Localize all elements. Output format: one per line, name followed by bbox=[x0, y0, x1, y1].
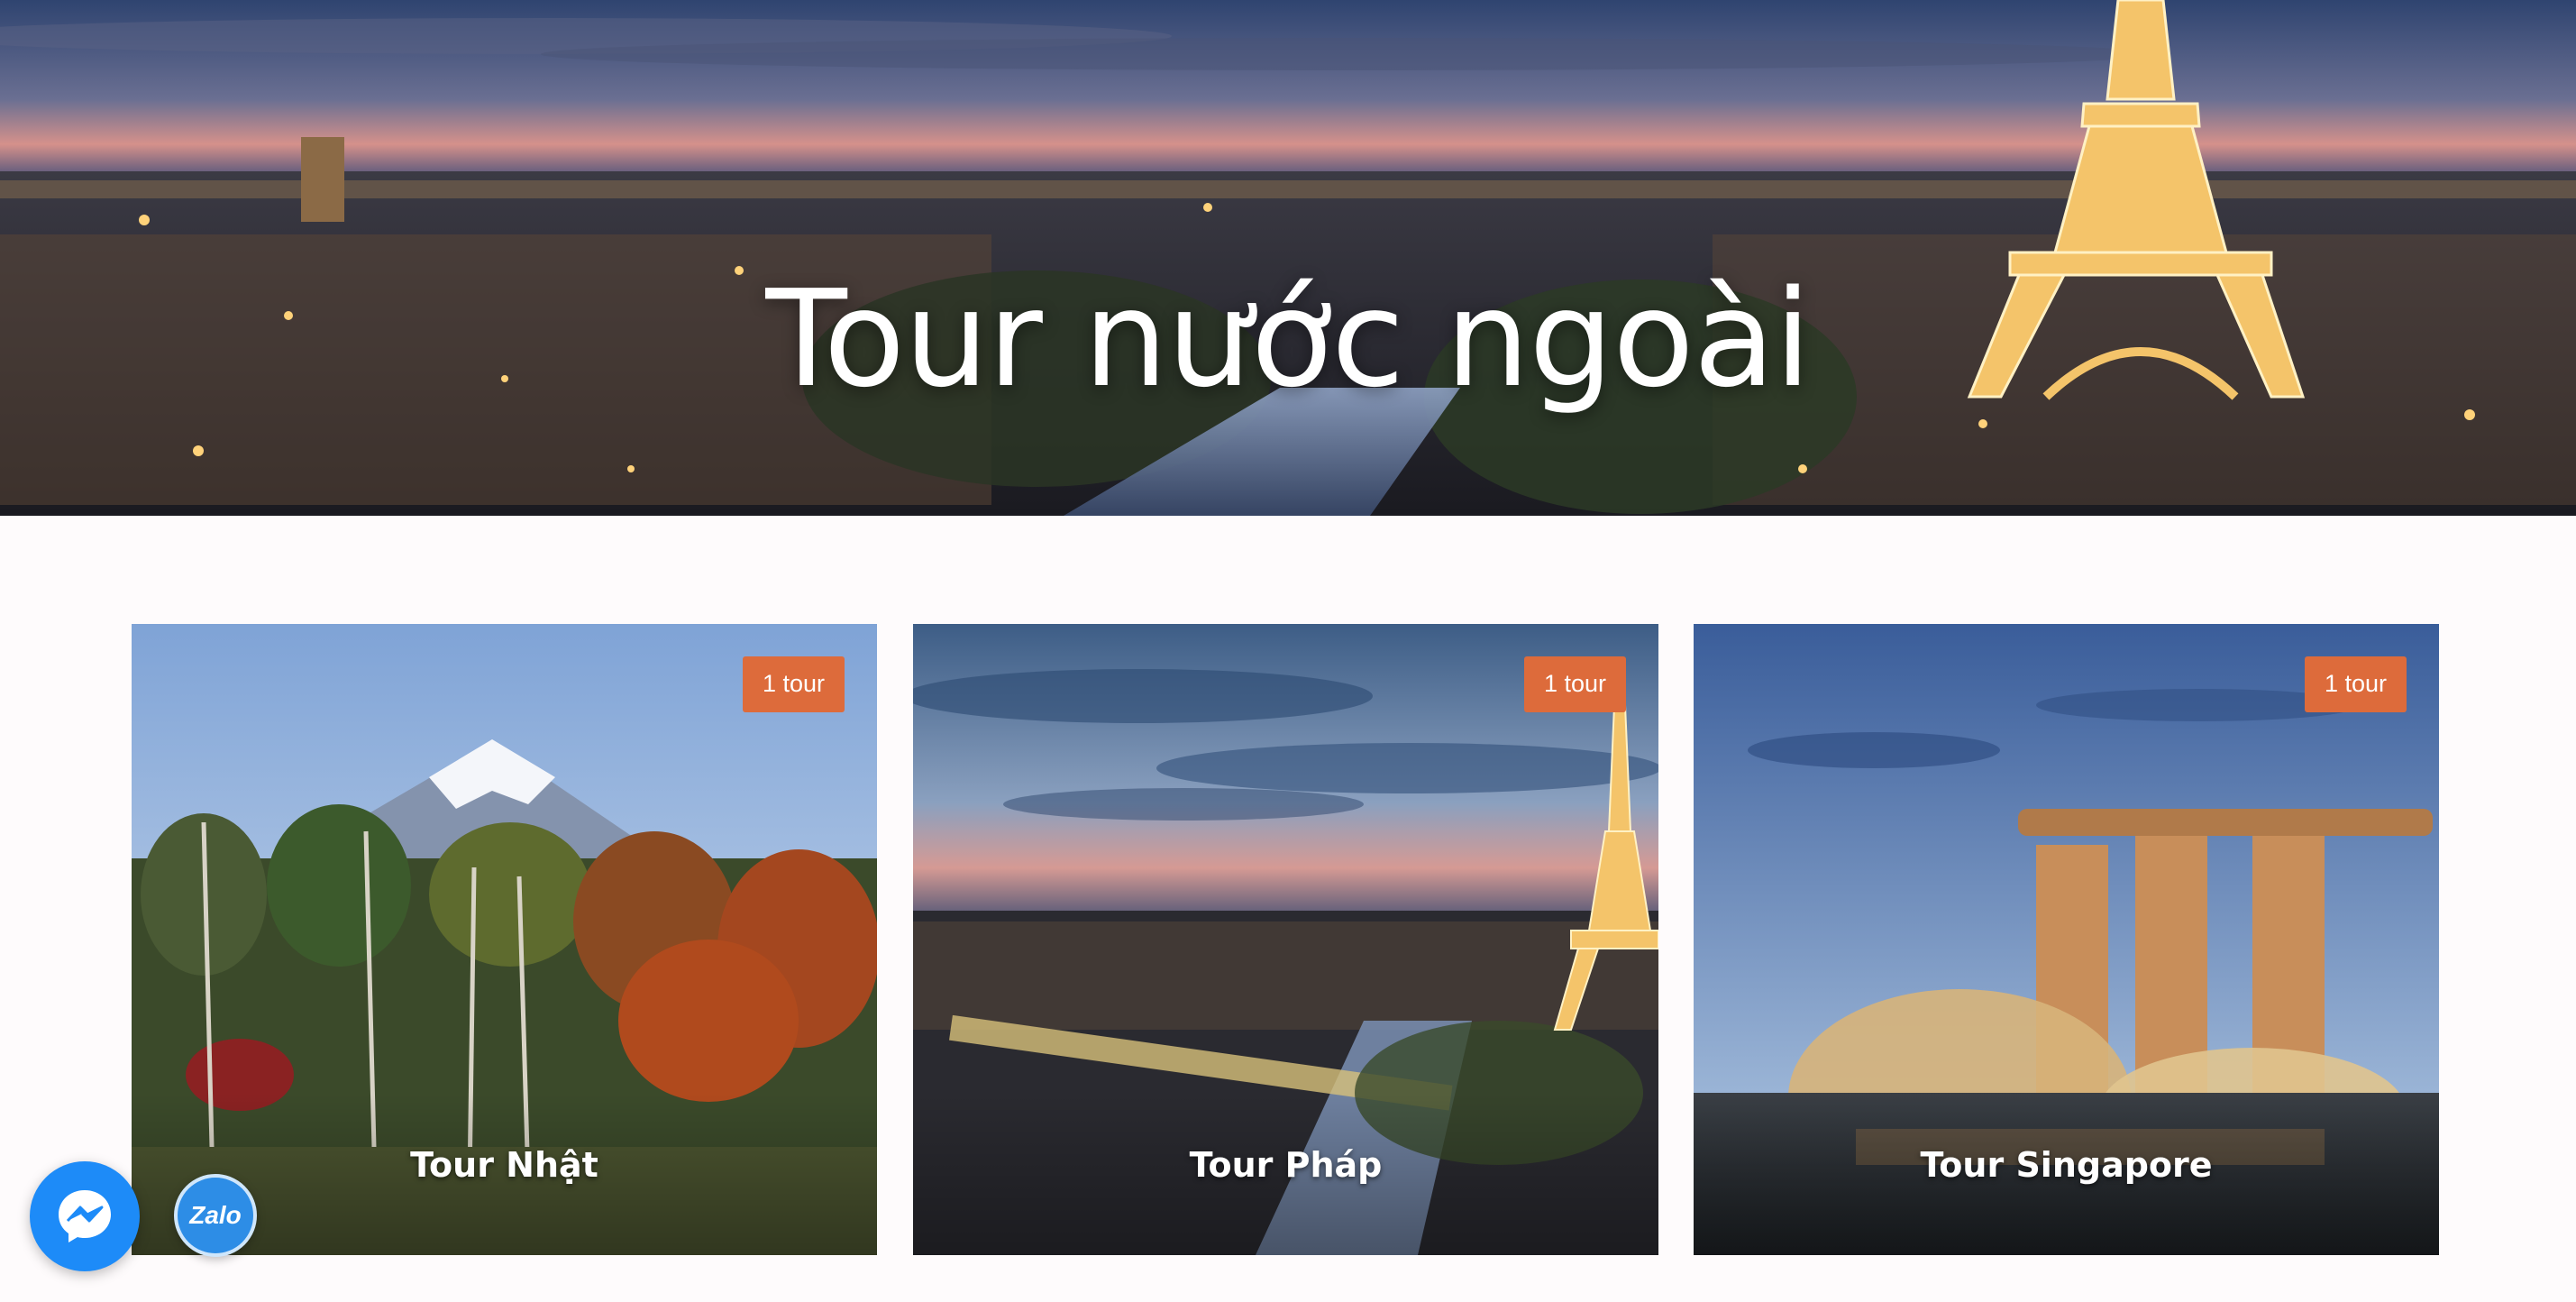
messenger-button[interactable] bbox=[30, 1161, 140, 1271]
zalo-button[interactable]: Zalo bbox=[174, 1174, 257, 1257]
hero-banner: Tour nước ngoài bbox=[0, 0, 2576, 516]
messenger-icon bbox=[59, 1190, 111, 1242]
tour-card-japan[interactable]: 1 tour Tour Nhật bbox=[132, 624, 877, 1255]
tour-category-grid: 1 tour Tour Nhật 1 tour Tour Pháp 1 tour… bbox=[132, 624, 2439, 1255]
card-title[interactable]: Tour Pháp bbox=[913, 1145, 1658, 1185]
tour-card-france[interactable]: 1 tour Tour Pháp bbox=[913, 624, 1658, 1255]
page-title: Tour nước ngoài bbox=[765, 261, 1811, 417]
paris-skyline-image bbox=[0, 0, 2576, 516]
card-title[interactable]: Tour Singapore bbox=[1694, 1145, 2439, 1185]
tour-count-badge: 1 tour bbox=[742, 656, 845, 712]
zalo-label: Zalo bbox=[189, 1201, 242, 1229]
tour-count-badge: 1 tour bbox=[1523, 656, 1626, 712]
tour-count-badge: 1 tour bbox=[2304, 656, 2407, 712]
card-title[interactable]: Tour Nhật bbox=[132, 1145, 877, 1185]
tour-card-singapore[interactable]: 1 tour Tour Singapore bbox=[1694, 624, 2439, 1255]
